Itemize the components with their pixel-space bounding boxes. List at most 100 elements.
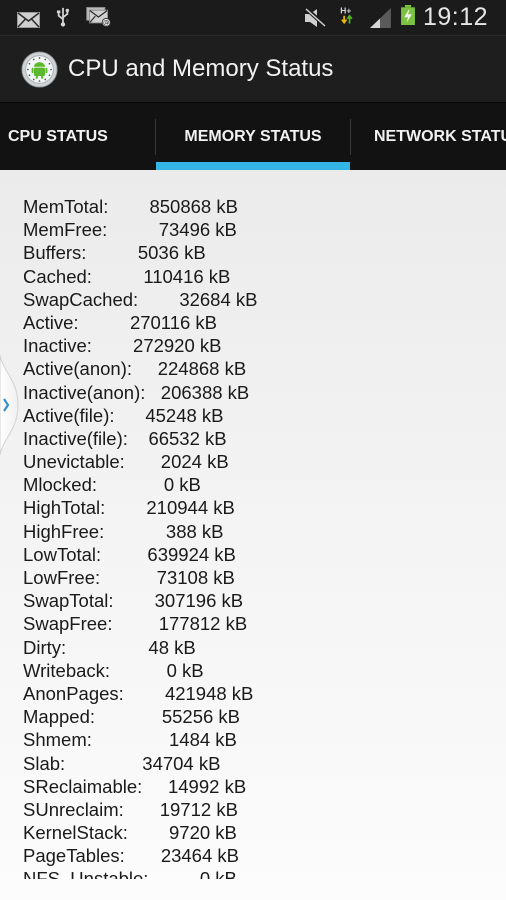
- meminfo-label: Buffers:: [23, 242, 87, 264]
- meminfo-spacing: [65, 753, 142, 774]
- action-bar: CPU and Memory Status: [0, 36, 506, 102]
- meminfo-spacing: [125, 451, 161, 472]
- meminfo-label: Slab:: [23, 752, 66, 774]
- meminfo-row: Slab: 34704 kB: [23, 752, 483, 775]
- meminfo-spacing: [100, 567, 157, 588]
- meminfo-spacing: [86, 242, 137, 263]
- svg-text:@: @: [103, 19, 109, 27]
- status-bar: @ H+ 19:12: [0, 0, 506, 36]
- meminfo-row: LowTotal: 639924 kB: [23, 543, 483, 566]
- meminfo-row: MemTotal: 850868 kB: [23, 195, 483, 218]
- meminfo-value: 224868 kB: [157, 358, 247, 380]
- meminfo-row: SUnreclaim: 19712 kB: [23, 798, 483, 821]
- meminfo-row: SwapCached: 32684 kB: [23, 288, 483, 311]
- meminfo-spacing: [128, 428, 149, 449]
- meminfo-spacing: [104, 521, 166, 542]
- meminfo-spacing: [95, 706, 162, 727]
- meminfo-row: Active: 270116 kB: [23, 311, 483, 334]
- meminfo-spacing: [132, 358, 158, 379]
- meminfo-row: Active(anon): 224868 kB: [23, 357, 483, 380]
- meminfo-value: 2024 kB: [160, 451, 229, 473]
- meminfo-label: Mapped:: [23, 706, 95, 728]
- meminfo-spacing: [92, 335, 133, 356]
- meminfo-value: 45248 kB: [145, 404, 224, 426]
- meminfo-row: LowFree: 73108 kB: [23, 566, 483, 589]
- meminfo-value: 5036 kB: [137, 242, 206, 264]
- signal-icon: [370, 8, 391, 28]
- meminfo-label: Unevictable:: [23, 451, 125, 473]
- svg-text:H+: H+: [340, 5, 351, 15]
- meminfo-list[interactable]: MemTotal: 850868 kB MemFree: 73496 kB Buff…: [23, 195, 483, 879]
- meminfo-spacing: [145, 382, 160, 403]
- meminfo-label: AnonPages:: [23, 682, 124, 704]
- meminfo-value: 34704 kB: [142, 752, 221, 774]
- app-icon[interactable]: [21, 51, 58, 88]
- meminfo-label: SwapFree:: [23, 613, 113, 635]
- meminfo-label: MemTotal:: [23, 196, 109, 217]
- meminfo-label: Inactive(file):: [23, 427, 128, 449]
- battery-charging-icon: [401, 5, 415, 25]
- tab-network-status[interactable]: NETWORK STATUS: [374, 103, 506, 171]
- meminfo-row: NFS_Unstable: 0 kB: [23, 867, 483, 879]
- selected-tab-indicator: [156, 162, 350, 170]
- hsdpa-plus-icon: H+: [340, 5, 353, 25]
- tab-label: NETWORK STATUS: [374, 128, 506, 145]
- meminfo-row: AnonPages: 421948 kB: [23, 682, 483, 705]
- meminfo-label: Writeback:: [23, 659, 111, 681]
- tab-label: CPU STATUS: [8, 128, 108, 145]
- meminfo-row: Writeback: 0 kB: [23, 659, 483, 682]
- meminfo-spacing: [79, 312, 130, 333]
- meminfo-spacing: [138, 289, 179, 310]
- meminfo-spacing: [124, 683, 165, 704]
- tab-bar: CPU STATUS MEMORY STATUS NETWORK STATUS: [0, 102, 506, 170]
- meminfo-row: Mapped: 55256 kB: [23, 705, 483, 728]
- meminfo-value: 110416 kB: [143, 265, 231, 287]
- meminfo-label: SwapTotal:: [23, 590, 114, 612]
- meminfo-row: Dirty: 48 kB: [23, 636, 483, 659]
- meminfo-label: NFS_Unstable:: [23, 868, 149, 879]
- meminfo-row: Inactive(file): 66532 kB: [23, 427, 483, 450]
- meminfo-value: 206388 kB: [160, 381, 250, 403]
- meminfo-label: PageTables:: [23, 845, 125, 867]
- meminfo-row: Inactive(anon): 206388 kB: [23, 381, 483, 404]
- meminfo-label: HighFree:: [23, 520, 105, 542]
- meminfo-spacing: [128, 822, 169, 843]
- meminfo-row: SwapFree: 177812 kB: [23, 612, 483, 635]
- meminfo-value: 272920 kB: [133, 335, 222, 357]
- meminfo-row: Mlocked: 0 kB: [23, 473, 483, 496]
- meminfo-spacing: [125, 845, 161, 866]
- meminfo-label: LowFree:: [23, 567, 101, 588]
- clock: 19:12: [422, 3, 488, 31]
- meminfo-row: Buffers: 5036 kB: [23, 241, 483, 264]
- tab-cpu-status[interactable]: CPU STATUS: [8, 103, 148, 171]
- meminfo-label: SUnreclaim:: [23, 798, 124, 820]
- meminfo-spacing: [115, 405, 146, 426]
- side-drawer-handle[interactable]: [0, 355, 24, 455]
- meminfo-label: HighTotal:: [23, 497, 106, 519]
- meminfo-label: Mlocked:: [23, 474, 98, 496]
- email-sync-icon: @: [86, 7, 111, 27]
- meminfo-row: Inactive: 272920 kB: [23, 334, 483, 357]
- meminfo-spacing: [66, 637, 148, 658]
- meminfo-label: MemFree:: [23, 219, 108, 241]
- meminfo-label: Inactive:: [23, 335, 92, 357]
- meminfo-value: 55256 kB: [161, 706, 241, 728]
- meminfo-spacing: [97, 474, 164, 495]
- meminfo-label: LowTotal:: [23, 543, 102, 565]
- meminfo-label: Active(anon):: [23, 358, 132, 380]
- meminfo-value: 421948 kB: [164, 682, 254, 704]
- meminfo-value: 14992 kB: [167, 775, 247, 797]
- meminfo-value: 48 kB: [148, 636, 196, 658]
- tab-divider: [350, 119, 351, 155]
- meminfo-label: Shmem:: [23, 729, 92, 751]
- meminfo-value: 23464 kB: [160, 845, 239, 867]
- meminfo-spacing: [92, 266, 143, 287]
- meminfo-row: Cached: 110416 kB: [23, 265, 483, 288]
- memory-status-panel: MemTotal: 850868 kB MemFree: 73496 kB Buff…: [0, 170, 506, 900]
- meminfo-value: 850868 kB: [149, 196, 238, 217]
- tab-memory-status[interactable]: MEMORY STATUS: [156, 103, 350, 171]
- meminfo-spacing: [101, 544, 147, 565]
- meminfo-row: Shmem: 1484 kB: [23, 728, 483, 751]
- meminfo-label: Cached:: [23, 265, 92, 287]
- meminfo-label: Active:: [23, 311, 79, 333]
